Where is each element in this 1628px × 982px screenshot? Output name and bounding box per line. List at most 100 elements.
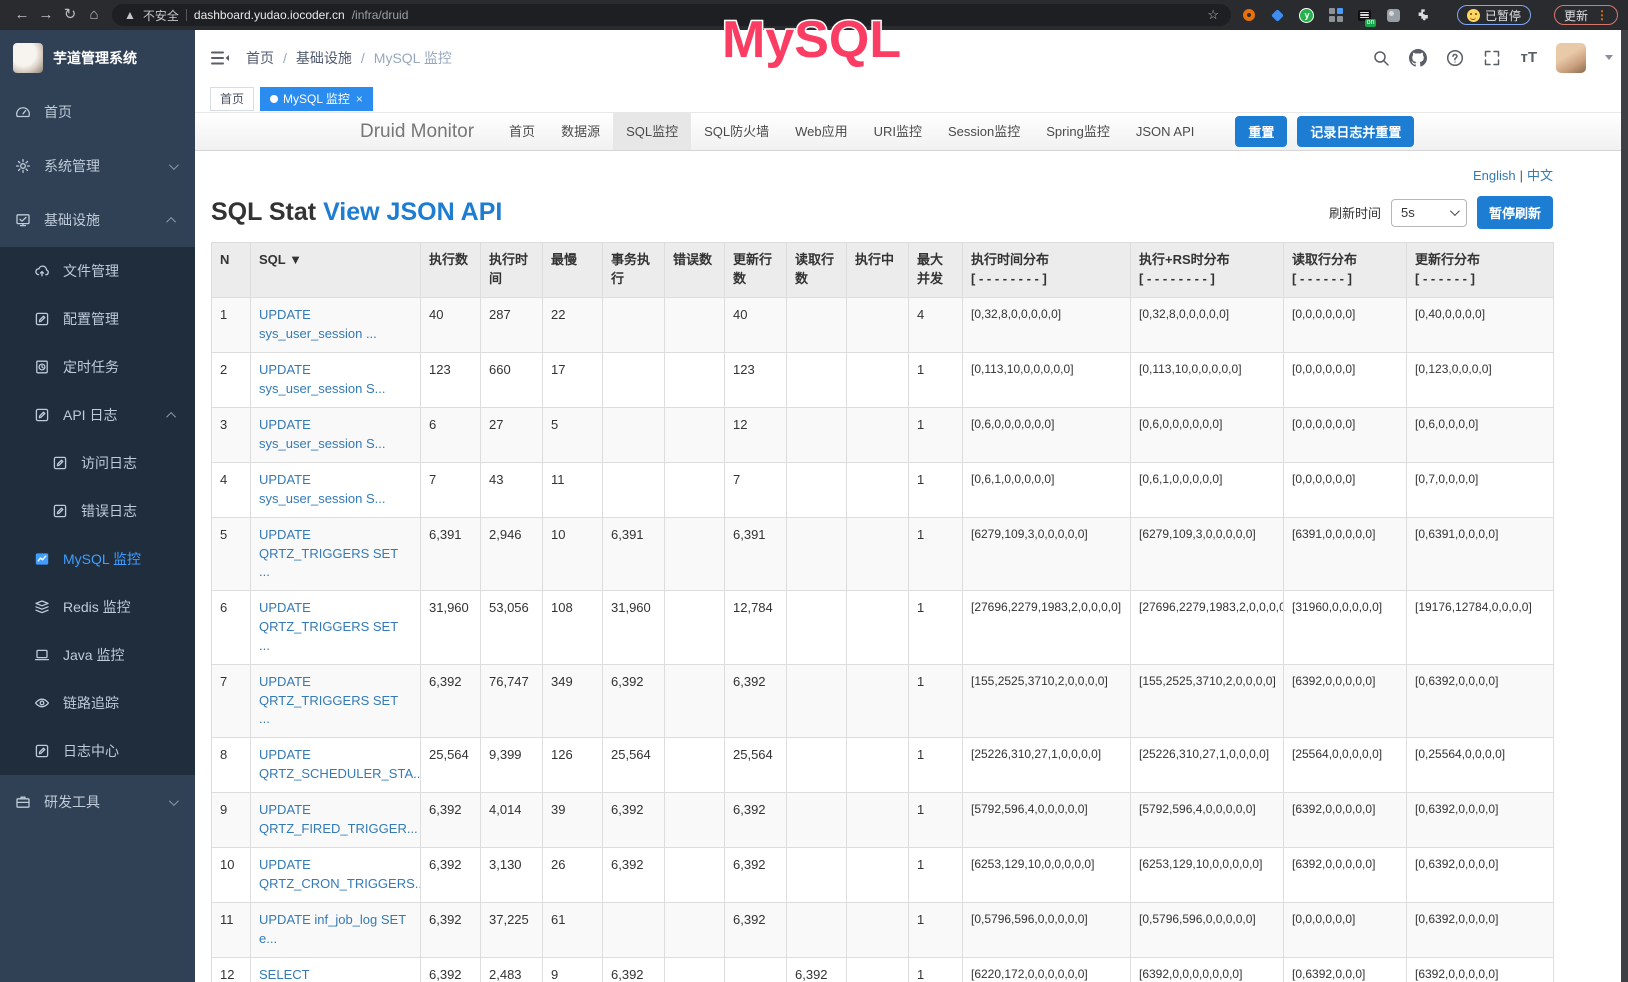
sidebar-item-mysql[interactable]: MySQL 监控 bbox=[0, 535, 195, 583]
extension-list-icon[interactable]: on bbox=[1357, 7, 1373, 23]
browser-home-icon[interactable]: ⌂ bbox=[82, 0, 106, 30]
tag-首页[interactable]: 首页 bbox=[210, 87, 254, 111]
extension-translate-icon[interactable] bbox=[1386, 7, 1402, 23]
cell-uh: [0,40,0,0,0,0] bbox=[1407, 297, 1554, 352]
column-header-执行中[interactable]: 执行中 bbox=[847, 243, 909, 298]
sidebar-item-dev-tool[interactable]: 研发工具 bbox=[0, 775, 195, 829]
column-header-事务执行[interactable]: 事务执行 bbox=[603, 243, 665, 298]
hamburger-icon[interactable] bbox=[210, 48, 230, 68]
sql-statement-link[interactable]: UPDATE QRTZ_TRIGGERS SET ... bbox=[259, 527, 398, 580]
view-json-api-link[interactable]: View JSON API bbox=[323, 198, 502, 226]
column-header-执行时间[interactable]: 执行时间 bbox=[481, 243, 543, 298]
extensions-puzzle-icon[interactable] bbox=[1415, 7, 1431, 23]
cell-read bbox=[787, 517, 847, 591]
column-header-错误数[interactable]: 错误数 bbox=[665, 243, 725, 298]
column-header-最大并发[interactable]: 最大并发 bbox=[909, 243, 963, 298]
column-header-SQL ▼[interactable]: SQL ▼ bbox=[251, 243, 421, 298]
font-size-icon[interactable]: тT bbox=[1520, 49, 1537, 66]
sql-statement-link[interactable]: UPDATE QRTZ_SCHEDULER_STA... bbox=[259, 747, 421, 781]
breadcrumb-home[interactable]: 首页 bbox=[246, 48, 274, 68]
sidebar-item-access-log[interactable]: 访问日志 bbox=[0, 439, 195, 487]
sidebar-item-infra[interactable]: 基础设施 bbox=[0, 193, 195, 247]
column-header-N[interactable]: N bbox=[212, 243, 251, 298]
druid-nav-item-SQL防火墙[interactable]: SQL防火墙 bbox=[691, 113, 782, 150]
sidebar-item-error-log[interactable]: 错误日志 bbox=[0, 487, 195, 535]
sql-statement-link[interactable]: UPDATE sys_user_session S... bbox=[259, 417, 385, 451]
column-header-更新行数[interactable]: 更新行数 bbox=[725, 243, 787, 298]
pause-refresh-button[interactable]: 暂停刷新 bbox=[1477, 196, 1553, 229]
extension-gem-icon[interactable] bbox=[1270, 7, 1286, 23]
sql-statement-link[interactable]: UPDATE QRTZ_FIRED_TRIGGER... bbox=[259, 802, 418, 836]
refresh-interval-select[interactable]: 5s bbox=[1391, 199, 1467, 227]
column-header-更新行分布[interactable]: 更新行分布[ - - - - - - ] bbox=[1407, 243, 1554, 298]
sidebar-item-java[interactable]: Java 监控 bbox=[0, 631, 195, 679]
browser-update-button[interactable]: 更新 ⋮ bbox=[1554, 5, 1618, 25]
sql-statement-link[interactable]: UPDATE QRTZ_TRIGGERS SET ... bbox=[259, 600, 398, 653]
druid-nav-item-Web应用[interactable]: Web应用 bbox=[782, 113, 861, 150]
paused-extension-badge[interactable]: 已暂停 bbox=[1457, 5, 1531, 25]
cell-conc: 1 bbox=[909, 352, 963, 407]
sql-statement-link[interactable]: UPDATE sys_user_session S... bbox=[259, 472, 385, 506]
druid-nav-item-Spring监控[interactable]: Spring监控 bbox=[1033, 113, 1123, 150]
column-header-读取行数[interactable]: 读取行数 bbox=[787, 243, 847, 298]
lang-english-link[interactable]: English bbox=[1473, 168, 1516, 183]
extension-grid-icon[interactable] bbox=[1328, 7, 1344, 23]
extension-donut-icon[interactable] bbox=[1241, 7, 1257, 23]
extension-y-icon[interactable]: y bbox=[1299, 7, 1315, 23]
druid-nav-item-URI监控[interactable]: URI监控 bbox=[861, 113, 935, 150]
sidebar-item-config[interactable]: 配置管理 bbox=[0, 295, 195, 343]
avatar-caret-icon[interactable] bbox=[1605, 55, 1613, 60]
cell-n: 7 bbox=[212, 664, 251, 738]
druid-nav-item-Session监控[interactable]: Session监控 bbox=[935, 113, 1033, 150]
sql-statement-link[interactable]: UPDATE sys_user_session S... bbox=[259, 362, 385, 396]
column-header-执行时间分布[interactable]: 执行时间分布[ - - - - - - - - ] bbox=[963, 243, 1131, 298]
sql-statement-link[interactable]: SELECT TRIGGER_STATE bbox=[259, 967, 365, 982]
sql-statement-link[interactable]: UPDATE QRTZ_CRON_TRIGGERS... bbox=[259, 857, 421, 891]
search-icon[interactable] bbox=[1372, 49, 1390, 67]
sidebar-logo-row[interactable]: 芋道管理系统 bbox=[0, 30, 195, 85]
log-and-reset-button[interactable]: 记录日志并重置 bbox=[1297, 116, 1414, 147]
druid-nav-item-首页[interactable]: 首页 bbox=[496, 113, 548, 150]
tag-MySQL 监控[interactable]: MySQL 监控× bbox=[260, 87, 373, 111]
table-row: 10UPDATE QRTZ_CRON_TRIGGERS...6,3923,130… bbox=[212, 848, 1554, 903]
github-icon[interactable] bbox=[1409, 49, 1427, 67]
sql-statement-link[interactable]: UPDATE inf_job_log SET e... bbox=[259, 912, 406, 946]
browser-forward-icon[interactable]: → bbox=[34, 0, 58, 30]
address-bar[interactable]: ▲ 不安全 dashboard.yudao.iocoder.cn/infra/d… bbox=[112, 4, 1231, 26]
fullscreen-icon[interactable] bbox=[1483, 49, 1501, 67]
sql-statement-link[interactable]: UPDATE sys_user_session ... bbox=[259, 307, 377, 341]
sidebar-item-log-center[interactable]: 日志中心 bbox=[0, 727, 195, 775]
cell-n: 2 bbox=[212, 352, 251, 407]
druid-brand[interactable]: Druid Monitor bbox=[360, 121, 474, 143]
lang-chinese-link[interactable]: 中文 bbox=[1527, 168, 1553, 183]
druid-nav-item-数据源[interactable]: 数据源 bbox=[548, 113, 613, 150]
bookmark-star-icon[interactable]: ☆ bbox=[1207, 7, 1219, 23]
sidebar-item-api-log[interactable]: API 日志 bbox=[0, 391, 195, 439]
browser-reload-icon[interactable]: ↻ bbox=[58, 0, 82, 30]
sidebar-item-trace[interactable]: 链路追踪 bbox=[0, 679, 195, 727]
breadcrumb-infra[interactable]: 基础设施 bbox=[296, 48, 352, 68]
tag-close-icon[interactable]: × bbox=[356, 92, 363, 106]
druid-nav-item-JSON API[interactable]: JSON API bbox=[1123, 113, 1208, 150]
help-icon[interactable] bbox=[1446, 49, 1464, 67]
druid-nav-item-SQL监控[interactable]: SQL监控 bbox=[613, 113, 691, 150]
window-scrollbar[interactable] bbox=[1621, 30, 1628, 982]
cell-slow: 9 bbox=[543, 958, 603, 982]
column-header-label: 读取行数 bbox=[795, 251, 838, 289]
sql-statement-link[interactable]: UPDATE QRTZ_TRIGGERS SET ... bbox=[259, 674, 398, 727]
sidebar-item-system[interactable]: 系统管理 bbox=[0, 139, 195, 193]
sidebar-item-file[interactable]: 文件管理 bbox=[0, 247, 195, 295]
sidebar-item-job[interactable]: 定时任务 bbox=[0, 343, 195, 391]
reset-button[interactable]: 重置 bbox=[1235, 116, 1287, 147]
cell-h2: [6253,129,10,0,0,0,0,0] bbox=[1131, 848, 1284, 903]
column-header-最慢[interactable]: 最慢 bbox=[543, 243, 603, 298]
user-avatar[interactable] bbox=[1556, 43, 1586, 73]
sidebar-item-redis[interactable]: Redis 监控 bbox=[0, 583, 195, 631]
sidebar-item-home[interactable]: 首页 bbox=[0, 85, 195, 139]
topbar-icons: тT bbox=[1372, 43, 1613, 73]
column-header-执行+RS时分布[interactable]: 执行+RS时分布[ - - - - - - - - ] bbox=[1131, 243, 1284, 298]
browser-back-icon[interactable]: ← bbox=[10, 0, 34, 30]
column-header-执行数[interactable]: 执行数 bbox=[421, 243, 481, 298]
kebab-menu-icon[interactable]: ⋮ bbox=[1596, 8, 1608, 22]
column-header-读取行分布[interactable]: 读取行分布[ - - - - - - ] bbox=[1284, 243, 1407, 298]
